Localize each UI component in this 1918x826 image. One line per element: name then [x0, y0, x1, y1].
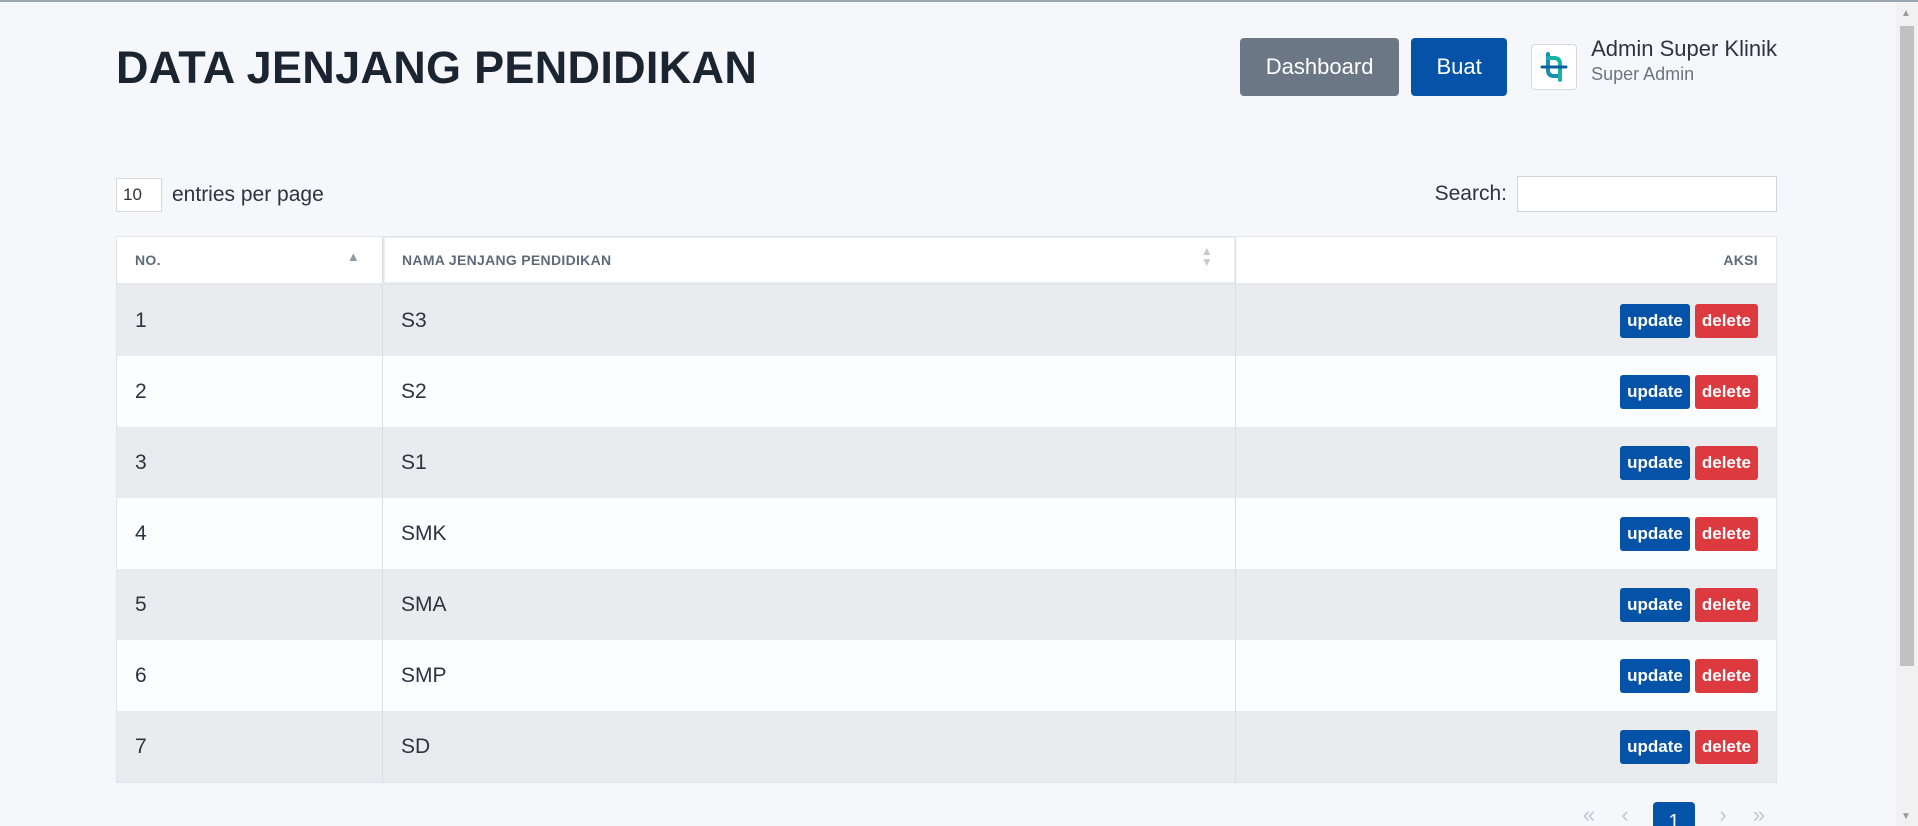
row-number: 2 [117, 356, 383, 427]
avatar[interactable] [1531, 44, 1578, 90]
row-education-name: SMP [383, 640, 1236, 711]
row-education-name: S3 [383, 285, 1236, 356]
header-actions: Dashboard Buat Admin Super Klinik Super … [1240, 36, 1777, 96]
row-number: 5 [117, 569, 383, 640]
sort-ascending-icon: ▲ [346, 249, 360, 264]
pagination: « ‹ 1 › » [1571, 802, 1777, 826]
search-input[interactable] [1517, 176, 1777, 212]
row-actions: update delete [1236, 498, 1776, 569]
row-education-name: S1 [383, 427, 1236, 498]
row-education-name: SMA [383, 569, 1236, 640]
update-button[interactable]: update [1620, 658, 1690, 693]
table-header-row: NO. ▲ NAMA JENJANG PENDIDIKAN ▲ ▼ AKSI [117, 237, 1776, 285]
delete-button[interactable]: delete [1694, 445, 1758, 480]
create-button[interactable]: Buat [1411, 38, 1508, 96]
page-title: DATA JENJANG PENDIDIKAN [116, 42, 758, 93]
next-page-link[interactable]: › [1705, 802, 1741, 826]
scrollbar-thumb[interactable] [1900, 26, 1914, 666]
column-header-label: NAMA JENJANG PENDIDIKAN [402, 252, 612, 268]
entries-per-page: 10 entries per page [116, 178, 324, 212]
scrollbar[interactable]: ▲ ▼ [1896, 2, 1918, 826]
dashboard-button[interactable]: Dashboard [1240, 38, 1400, 96]
row-education-name: SMK [383, 498, 1236, 569]
column-header-label: AKSI [1723, 252, 1758, 268]
user-role: Super Admin [1591, 64, 1695, 84]
entries-select[interactable]: 10 [116, 178, 162, 212]
row-education-name: S2 [383, 356, 1236, 427]
row-number: 4 [117, 498, 383, 569]
row-number: 7 [117, 711, 383, 782]
delete-button[interactable]: delete [1694, 658, 1758, 693]
delete-button[interactable]: delete [1694, 516, 1758, 551]
search-label: Search: [1434, 182, 1507, 205]
row-actions: update delete [1236, 569, 1776, 640]
current-page-button[interactable]: 1 [1653, 802, 1695, 826]
row-number: 1 [117, 285, 383, 356]
table-row: 1 S3 update delete [117, 285, 1776, 356]
delete-button[interactable]: delete [1694, 729, 1758, 764]
delete-button[interactable]: delete [1694, 303, 1758, 338]
page-container: DATA JENJANG PENDIDIKAN Dashboard Buat A… [116, 2, 1777, 826]
prev-page-link[interactable]: ‹ [1607, 802, 1643, 826]
row-actions: update delete [1236, 711, 1776, 782]
user-info: Admin Super Klinik Super Admin [1591, 36, 1777, 86]
column-header-action: AKSI [1236, 237, 1776, 283]
table-row: 4 SMK update delete [117, 498, 1776, 569]
update-button[interactable]: update [1620, 374, 1690, 409]
delete-button[interactable]: delete [1694, 374, 1758, 409]
table-row: 2 S2 update delete [117, 356, 1776, 427]
user-name: Admin Super Klinik [1591, 36, 1777, 61]
table-body: 1 S3 update delete 2 S2 update delete 3 S1 update d… [117, 285, 1776, 782]
update-button[interactable]: update [1620, 587, 1690, 622]
table-row: 7 SD update delete [117, 711, 1776, 782]
table-row: 6 SMP update delete [117, 640, 1776, 711]
row-actions: update delete [1236, 640, 1776, 711]
row-education-name: SD [383, 711, 1236, 782]
clinic-logo-icon [1540, 52, 1568, 82]
table-row: 5 SMA update delete [117, 569, 1776, 640]
entries-label: entries per page [172, 183, 324, 206]
search-box: Search: [1435, 176, 1777, 212]
update-button[interactable]: update [1620, 729, 1690, 764]
column-header-name[interactable]: NAMA JENJANG PENDIDIKAN ▲ ▼ [383, 237, 1236, 283]
row-actions: update delete [1236, 285, 1776, 356]
row-number: 3 [117, 427, 383, 498]
data-table: NO. ▲ NAMA JENJANG PENDIDIKAN ▲ ▼ AKSI 1S… [116, 236, 1777, 783]
scroll-down-icon[interactable]: ▼ [1901, 811, 1911, 822]
first-page-link[interactable]: « [1571, 802, 1607, 826]
sort-both-icon: ▲ ▼ [1200, 244, 1213, 269]
update-button[interactable]: update [1620, 303, 1690, 338]
scroll-up-icon[interactable]: ▲ [1901, 8, 1911, 19]
row-actions: update delete [1236, 356, 1776, 427]
column-header-no[interactable]: NO. ▲ [117, 237, 383, 283]
row-number: 6 [117, 640, 383, 711]
last-page-link[interactable]: » [1741, 802, 1777, 826]
update-button[interactable]: update [1620, 445, 1690, 480]
table-row: 3 S1 update delete [117, 427, 1776, 498]
column-header-label: NO. [135, 252, 161, 268]
row-actions: update delete [1236, 427, 1776, 498]
update-button[interactable]: update [1620, 516, 1690, 551]
delete-button[interactable]: delete [1694, 587, 1758, 622]
